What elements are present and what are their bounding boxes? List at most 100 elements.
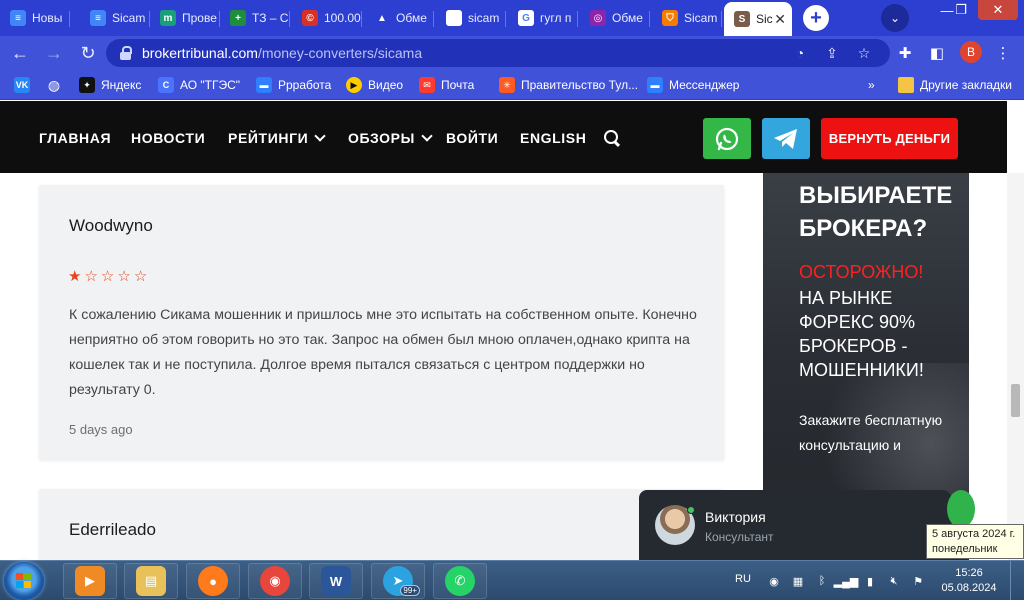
rating-stars: ★ ☆ ☆ ☆ ☆ xyxy=(68,269,150,284)
menu-kebab-icon[interactable]: ⋮ xyxy=(994,44,1012,62)
windows-logo-icon xyxy=(16,573,32,589)
browser-tab[interactable]: m Прове xyxy=(150,3,220,33)
file-explorer-icon: ▤ xyxy=(136,566,166,596)
nav-home[interactable]: ГЛАВНАЯ xyxy=(39,130,111,146)
close-tab-icon[interactable]: ✕ xyxy=(774,11,786,28)
taskbar-app[interactable]: ● xyxy=(186,563,240,599)
taskbar-app[interactable]: ✆ xyxy=(433,563,487,599)
browser-tab[interactable]: Gгугл п xyxy=(508,3,578,33)
browser-tab[interactable]: + ТЗ – С xyxy=(220,3,290,33)
bookmark-item[interactable]: VK xyxy=(14,76,36,94)
nav-reviews[interactable]: ОБЗОРЫ xyxy=(348,130,433,146)
search-icon[interactable] xyxy=(604,130,620,146)
whatsapp-button[interactable] xyxy=(703,118,751,159)
browser-tab[interactable]: ≡ Sicam xyxy=(80,3,150,33)
star-filled-icon: ★ xyxy=(68,268,82,285)
new-tab-button[interactable]: + xyxy=(803,5,829,31)
bookmarks-overflow-button[interactable]: » xyxy=(868,76,875,94)
tab-label: 100.00 xyxy=(324,11,361,25)
globe-icon: ◍ xyxy=(47,76,61,93)
online-status-dot xyxy=(687,506,695,514)
start-button[interactable] xyxy=(4,562,44,600)
browser-tab[interactable]: sicam xyxy=(436,3,506,33)
reload-icon: ↻ xyxy=(80,42,96,63)
reload-button[interactable]: ↻ xyxy=(76,41,100,65)
chrome-tray-icon[interactable]: ◉ xyxy=(767,574,781,588)
bookmark-item[interactable]: ✉ Почта xyxy=(419,76,474,94)
network-adapter-icon[interactable]: ▦ xyxy=(791,574,805,588)
tab-search-button[interactable]: ⌄ xyxy=(881,4,909,32)
signal-bars-icon[interactable]: ▂▄▆ xyxy=(834,574,859,588)
nav-news[interactable]: НОВОСТИ xyxy=(131,130,205,146)
taskbar-app[interactable]: ▤ xyxy=(124,563,178,599)
tab-label: Sicam xyxy=(684,11,718,25)
nav-english[interactable]: ENGLISH xyxy=(520,130,586,146)
refund-money-button[interactable]: ВЕРНУТЬ ДЕНЬГИ xyxy=(821,118,958,159)
bookmark-item[interactable]: ✳ Правительство Тул... xyxy=(499,76,638,94)
address-bar[interactable]: brokertribunal.com/money-converters/sica… xyxy=(106,39,890,67)
tooltip-date: 5 августа 2024 г. xyxy=(932,528,1016,540)
chat-open-button[interactable] xyxy=(947,490,975,528)
telegram-button[interactable] xyxy=(762,118,810,159)
media-player-icon: ▶ xyxy=(75,566,105,596)
browser-tab[interactable]: © 100.00 xyxy=(292,3,362,33)
tab-label: Обме xyxy=(612,11,643,25)
chat-widget[interactable]: Виктория Консультант xyxy=(639,490,951,560)
restore-button[interactable]: ❐ xyxy=(946,0,976,20)
bookmark-item[interactable]: ◍ xyxy=(46,76,68,94)
action-center-flag-icon[interactable]: ⚑ xyxy=(911,574,925,588)
exchange-icon: ◎ xyxy=(590,10,606,26)
bookmark-star-icon[interactable]: ☆ xyxy=(856,45,872,61)
close-window-button[interactable]: ✕ xyxy=(978,0,1018,20)
tooltip-weekday: понедельник xyxy=(932,543,998,555)
nav-ratings[interactable]: РЕЙТИНГИ xyxy=(228,130,326,146)
consultant-name: Виктория xyxy=(705,509,766,525)
browser-toolbar: ← → ↻ brokertribunal.com/money-converter… xyxy=(0,36,1024,70)
windows-taskbar: RU ◉ ▦ ᛒ ▂▄▆ ▮ 🔇︎ ⚑ 15:26 05.08.2024 ▶ ▤ ●… xyxy=(0,560,1024,600)
page-scrollbar[interactable] xyxy=(1007,173,1024,560)
share-icon[interactable]: ⇪ xyxy=(824,45,840,61)
bookmark-item[interactable]: C АО "ТГЭС" xyxy=(158,76,240,94)
battery-icon[interactable]: ▮ xyxy=(863,574,877,588)
chrome-icon: ◉ xyxy=(260,566,290,596)
browser-tab[interactable]: ▲ Обме xyxy=(364,3,434,33)
browser-tab[interactable]: S Sic ✕ xyxy=(724,2,792,36)
browser-tab[interactable]: ≡ Новы xyxy=(0,3,70,33)
forward-button[interactable]: → xyxy=(42,41,66,65)
back-button[interactable]: ← xyxy=(8,41,32,65)
extensions-icon[interactable]: ✚ xyxy=(896,44,914,62)
system-clock[interactable]: 15:26 05.08.2024 xyxy=(935,566,1003,596)
bookmark-item[interactable]: ▬ Ррработа xyxy=(256,76,331,94)
nav-login[interactable]: ВОЙТИ xyxy=(446,130,498,146)
other-bookmarks-folder[interactable]: Другие закладки xyxy=(898,76,1012,94)
bookmark-label: АО "ТГЭС" xyxy=(180,78,241,92)
browser-tab[interactable]: ⛉ Sicam xyxy=(652,3,722,33)
show-desktop-button[interactable] xyxy=(1010,561,1024,600)
profile-avatar[interactable]: B xyxy=(960,41,982,63)
tges-icon: C xyxy=(158,77,174,93)
chevron-down-icon: ⌄ xyxy=(889,11,901,25)
taskbar-app[interactable]: ◉ xyxy=(248,563,302,599)
browser-tab[interactable]: ◎ Обме xyxy=(580,3,650,33)
performance-icon[interactable]: ◔ xyxy=(792,45,808,61)
volume-muted-icon[interactable]: 🔇︎ xyxy=(887,574,901,588)
bluetooth-icon[interactable]: ᛒ xyxy=(815,574,829,588)
taskbar-app[interactable]: ▶ xyxy=(63,563,117,599)
language-indicator[interactable]: RU xyxy=(735,573,751,585)
side-panel-icon[interactable]: ◧ xyxy=(928,44,946,62)
bookmark-label: Ррработа xyxy=(278,78,332,92)
taskbar-app[interactable]: W xyxy=(309,563,363,599)
lock-icon xyxy=(120,46,132,60)
chevron-down-icon xyxy=(421,130,433,142)
messenger-icon: ▬ xyxy=(647,77,663,93)
bookmark-item[interactable]: ▶ Видео xyxy=(346,76,403,94)
url-path: /money-converters/sicama xyxy=(257,45,423,61)
scrollbar-thumb[interactable] xyxy=(1011,384,1020,417)
bookmark-item[interactable]: ▬ Мессенджер xyxy=(647,76,739,94)
ad-body: НА РЫНКЕ ФОРЕКС 90% БРОКЕРОВ - МОШЕННИКИ… xyxy=(799,288,924,380)
ad-warning: ОСТОРОЖНО! xyxy=(799,262,924,282)
blank-page-icon xyxy=(446,10,462,26)
taskbar-app[interactable]: ➤ 99+ xyxy=(371,563,425,599)
shield-icon: ⛉ xyxy=(662,10,678,26)
bookmark-item[interactable]: ✦ Яндекс xyxy=(79,76,141,94)
